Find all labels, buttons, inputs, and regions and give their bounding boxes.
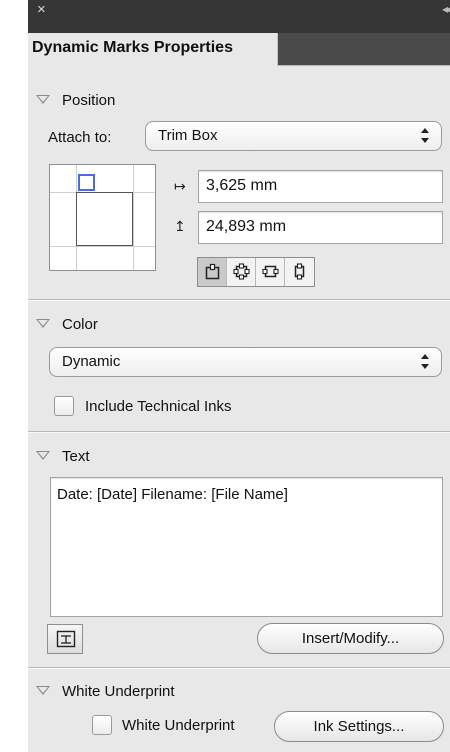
ink-settings-button[interactable]: Ink Settings... xyxy=(274,711,444,742)
anchor-center-button[interactable] xyxy=(227,258,256,286)
section-divider xyxy=(28,299,450,301)
disclosure-triangle-icon[interactable] xyxy=(36,451,50,461)
select-arrows-icon xyxy=(421,354,429,370)
anchor-vertical-icon xyxy=(294,263,305,280)
tab-dynamic-marks-properties[interactable]: Dynamic Marks Properties xyxy=(28,33,278,66)
vertical-offset-icon: ↥ xyxy=(174,218,186,234)
color-section-header[interactable]: Color xyxy=(28,313,98,335)
trim-box-rect xyxy=(76,192,133,246)
include-technical-inks-label: Include Technical Inks xyxy=(85,398,232,415)
position-section-header[interactable]: Position xyxy=(28,89,115,111)
disclosure-triangle-icon[interactable] xyxy=(36,686,50,696)
x-offset-value: 3,625 mm xyxy=(206,177,278,194)
anchor-horizontal-button[interactable] xyxy=(256,258,285,286)
color-value: Dynamic xyxy=(62,353,121,370)
color-select[interactable]: Dynamic xyxy=(49,347,442,377)
mark-text-area[interactable]: Date: [Date] Filename: [File Name] xyxy=(50,477,443,617)
tab-strip-background xyxy=(278,33,450,65)
anchor-center-icon xyxy=(233,263,250,280)
anchor-horizontal-icon xyxy=(262,265,279,278)
collapse-panel-icon[interactable]: ◂◂ xyxy=(442,2,450,16)
white-underprint-label: White Underprint xyxy=(122,717,235,734)
include-technical-inks-checkbox[interactable] xyxy=(54,396,74,416)
y-offset-input[interactable]: 24,893 mm xyxy=(198,211,443,244)
disclosure-triangle-icon[interactable] xyxy=(36,95,50,105)
color-header-label: Color xyxy=(62,315,98,333)
text-section-header[interactable]: Text xyxy=(28,445,90,467)
insert-modify-label: Insert/Modify... xyxy=(301,630,400,647)
dynamic-marks-panel: × ◂◂ Dynamic Marks Properties Position A… xyxy=(28,0,450,752)
text-header-label: Text xyxy=(62,447,90,465)
mark-anchor-box[interactable] xyxy=(78,174,95,191)
position-header-label: Position xyxy=(62,91,116,109)
y-offset-value: 24,893 mm xyxy=(206,218,287,235)
panel-title-bar: × ◂◂ xyxy=(28,0,450,34)
anchor-mode-buttons xyxy=(197,257,315,287)
anchor-vertical-button[interactable] xyxy=(285,258,314,286)
anchor-inside-icon xyxy=(205,263,220,280)
attach-to-select[interactable]: Trim Box xyxy=(145,121,442,151)
white-underprint-checkbox[interactable] xyxy=(92,715,112,735)
section-divider xyxy=(28,431,450,433)
anchor-inside-button[interactable] xyxy=(198,258,227,286)
select-arrows-icon xyxy=(421,128,429,144)
white-underprint-section-header[interactable]: White Underprint xyxy=(28,680,175,702)
attach-to-label: Attach to: xyxy=(48,129,112,146)
white-underprint-header-label: White Underprint xyxy=(62,682,175,700)
preview-guide-line xyxy=(50,246,155,247)
horizontal-offset-icon: ↦ xyxy=(174,178,186,194)
x-offset-input[interactable]: 3,625 mm xyxy=(198,170,443,203)
close-icon[interactable]: × xyxy=(37,2,46,17)
mark-text-content: Date: [Date] Filename: [File Name] xyxy=(57,486,288,503)
disclosure-triangle-icon[interactable] xyxy=(36,319,50,329)
tab-underline xyxy=(278,65,450,66)
text-frame-icon xyxy=(56,630,76,648)
insert-modify-button[interactable]: Insert/Modify... xyxy=(257,623,444,654)
attach-to-value: Trim Box xyxy=(158,127,218,144)
text-frame-button[interactable] xyxy=(47,624,83,654)
section-divider xyxy=(28,667,450,669)
ink-settings-label: Ink Settings... xyxy=(313,718,405,735)
tab-label: Dynamic Marks Properties xyxy=(32,39,233,56)
preview-guide-line xyxy=(133,165,134,270)
position-preview[interactable] xyxy=(49,164,156,271)
